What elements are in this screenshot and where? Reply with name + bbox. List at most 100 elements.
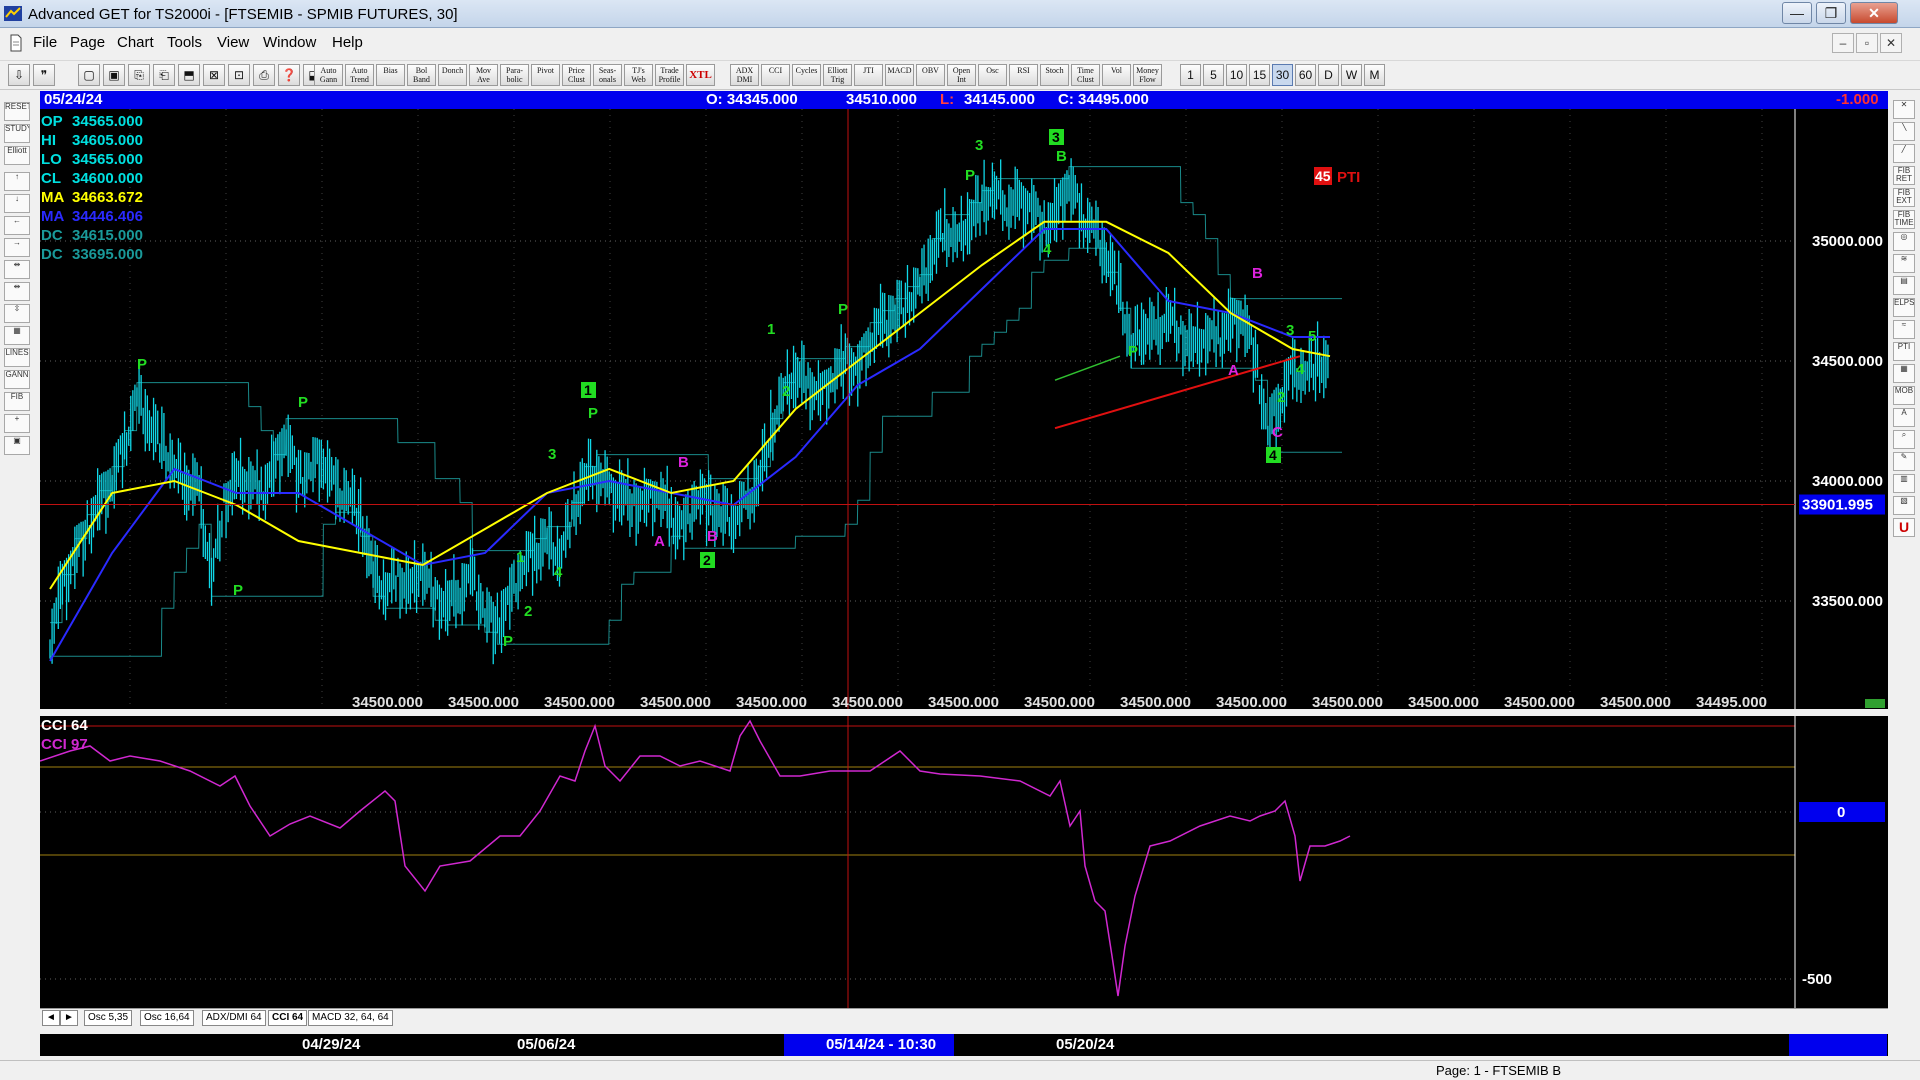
- left-tool-2[interactable]: Elliott: [4, 146, 30, 165]
- timeframe-button-0[interactable]: 1: [1180, 64, 1201, 86]
- oscillator-button-1[interactable]: CCI: [761, 64, 790, 86]
- tab-cci-64[interactable]: CCI 64: [268, 1010, 308, 1026]
- left-tool-11[interactable]: LINES: [4, 348, 30, 367]
- menu-page[interactable]: Page: [70, 34, 105, 51]
- right-tool-18[interactable]: ▧: [1893, 496, 1915, 515]
- study-button-8[interactable]: Price Clust: [562, 64, 591, 86]
- study-button-4[interactable]: Donch: [438, 64, 467, 86]
- right-tool-16[interactable]: ✎: [1893, 452, 1915, 471]
- oscillator-button-6[interactable]: OBV: [916, 64, 945, 86]
- cci-chart[interactable]: CCI 64 CCI 97 0 -500: [39, 716, 1888, 1008]
- study-button-1[interactable]: Auto Trend: [345, 64, 374, 86]
- menu-window[interactable]: Window: [263, 34, 316, 51]
- right-tool-9[interactable]: ELPS: [1893, 298, 1915, 317]
- toolbar-icon-2[interactable]: ▢: [78, 64, 100, 86]
- right-tool-15[interactable]: ⌕: [1893, 430, 1915, 449]
- oscillator-button-9[interactable]: RSI: [1009, 64, 1038, 86]
- tab-osc-16-64[interactable]: Osc 16,64: [140, 1010, 194, 1026]
- left-tool-6[interactable]: →: [4, 238, 30, 257]
- study-button-9[interactable]: Seas- onals: [593, 64, 622, 86]
- toolbar-icon-7[interactable]: ⊠: [203, 64, 225, 86]
- right-tool-13[interactable]: MOB: [1893, 386, 1915, 405]
- study-button-2[interactable]: Bias: [376, 64, 405, 86]
- maximize-button[interactable]: ❐: [1816, 2, 1846, 24]
- study-button-12[interactable]: XTL: [686, 64, 715, 86]
- right-tool-10[interactable]: ≈: [1893, 320, 1915, 339]
- oscillator-button-2[interactable]: Cycles: [792, 64, 821, 86]
- left-tool-14[interactable]: +: [4, 414, 30, 433]
- oscillator-button-13[interactable]: Money Flow: [1133, 64, 1162, 86]
- oscillator-button-4[interactable]: JTI: [854, 64, 883, 86]
- left-tool-5[interactable]: ←: [4, 216, 30, 235]
- oscillator-button-12[interactable]: Vol: [1102, 64, 1131, 86]
- right-tool-17[interactable]: ▥: [1893, 474, 1915, 493]
- timeframe-button-4[interactable]: 30: [1272, 64, 1293, 86]
- cci-panel[interactable]: CCI 64 CCI 97 0 -500: [39, 716, 1888, 1008]
- menu-help[interactable]: Help: [332, 34, 363, 51]
- toolbar-icon-1[interactable]: ❞: [33, 64, 55, 86]
- toolbar-icon-6[interactable]: ⬒: [178, 64, 200, 86]
- study-button-6[interactable]: Para- bolic: [500, 64, 529, 86]
- timeframe-button-8[interactable]: M: [1364, 64, 1385, 86]
- left-tool-9[interactable]: ⇳: [4, 304, 30, 323]
- oscillator-button-8[interactable]: Osc: [978, 64, 1007, 86]
- left-tool-8[interactable]: ⇹: [4, 282, 30, 301]
- minimize-button[interactable]: —: [1782, 2, 1812, 24]
- right-tool-8[interactable]: ▤: [1893, 276, 1915, 295]
- right-tool-14[interactable]: A: [1893, 408, 1915, 427]
- toolbar-icon-10[interactable]: ❓: [278, 64, 300, 86]
- right-tool-0[interactable]: ✕: [1893, 100, 1915, 119]
- timeframe-button-6[interactable]: D: [1318, 64, 1339, 86]
- left-tool-13[interactable]: FIB: [4, 392, 30, 411]
- tab-scroll-right[interactable]: ►: [60, 1010, 78, 1026]
- timeframe-button-5[interactable]: 60: [1295, 64, 1316, 86]
- left-tool-10[interactable]: ▦: [4, 326, 30, 345]
- left-tool-0[interactable]: RESET: [4, 102, 30, 121]
- right-tool-6[interactable]: ◎: [1893, 232, 1915, 251]
- oscillator-button-10[interactable]: Stoch: [1040, 64, 1069, 86]
- price-chart-panel[interactable]: 35000.000 34500.000 34000.000 33500.000 3390…: [40, 109, 1888, 711]
- study-button-7[interactable]: Pivot: [531, 64, 560, 86]
- oscillator-button-0[interactable]: ADX DMI: [730, 64, 759, 86]
- study-button-0[interactable]: Auto Gann: [314, 64, 343, 86]
- mdi-minimize-button[interactable]: –: [1832, 33, 1854, 53]
- close-button[interactable]: ✕: [1850, 2, 1898, 24]
- toolbar-icon-9[interactable]: ⎙: [253, 64, 275, 86]
- study-button-5[interactable]: Mov Ave: [469, 64, 498, 86]
- timeframe-button-2[interactable]: 10: [1226, 64, 1247, 86]
- price-chart[interactable]: 35000.000 34500.000 34000.000 33500.000 3390…: [40, 109, 1888, 711]
- right-tool-7[interactable]: ≋: [1893, 254, 1915, 273]
- mdi-close-button[interactable]: ✕: [1880, 33, 1902, 53]
- left-tool-1[interactable]: STUDY: [4, 124, 30, 143]
- right-tool-1[interactable]: ╲: [1893, 122, 1915, 141]
- right-tool-19[interactable]: U: [1893, 518, 1915, 537]
- left-tool-3[interactable]: ↑: [4, 172, 30, 191]
- right-tool-4[interactable]: FIB EXT: [1893, 188, 1915, 207]
- mdi-restore-button[interactable]: ▫: [1856, 33, 1878, 53]
- toolbar-icon-0[interactable]: ⇩: [8, 64, 30, 86]
- left-tool-4[interactable]: ↓: [4, 194, 30, 213]
- tab-osc-5-35[interactable]: Osc 5,35: [84, 1010, 133, 1026]
- menu-file[interactable]: File: [33, 34, 57, 51]
- toolbar-icon-3[interactable]: ▣: [103, 64, 125, 86]
- oscillator-button-7[interactable]: Open Int: [947, 64, 976, 86]
- tab-macd[interactable]: MACD 32, 64, 64: [308, 1010, 393, 1026]
- right-tool-3[interactable]: FIB RET: [1893, 166, 1915, 185]
- tab-adx-dmi-64[interactable]: ADX/DMI 64: [202, 1010, 266, 1026]
- study-button-11[interactable]: Trade Profile: [655, 64, 684, 86]
- toolbar-icon-8[interactable]: ⊡: [228, 64, 250, 86]
- timeframe-button-7[interactable]: W: [1341, 64, 1362, 86]
- timeframe-button-3[interactable]: 15: [1249, 64, 1270, 86]
- right-tool-11[interactable]: PTI: [1893, 342, 1915, 361]
- study-button-10[interactable]: TJ's Web: [624, 64, 653, 86]
- oscillator-button-11[interactable]: Time Clust: [1071, 64, 1100, 86]
- right-tool-5[interactable]: FIB TIME: [1893, 210, 1915, 229]
- toolbar-icon-4[interactable]: ⎘: [128, 64, 150, 86]
- menu-tools[interactable]: Tools: [167, 34, 202, 51]
- study-button-3[interactable]: Bol Band: [407, 64, 436, 86]
- oscillator-button-3[interactable]: Elliott Trig: [823, 64, 852, 86]
- left-tool-7[interactable]: ⇹: [4, 260, 30, 279]
- menu-view[interactable]: View: [217, 34, 249, 51]
- left-tool-15[interactable]: ▣: [4, 436, 30, 455]
- timeframe-button-1[interactable]: 5: [1203, 64, 1224, 86]
